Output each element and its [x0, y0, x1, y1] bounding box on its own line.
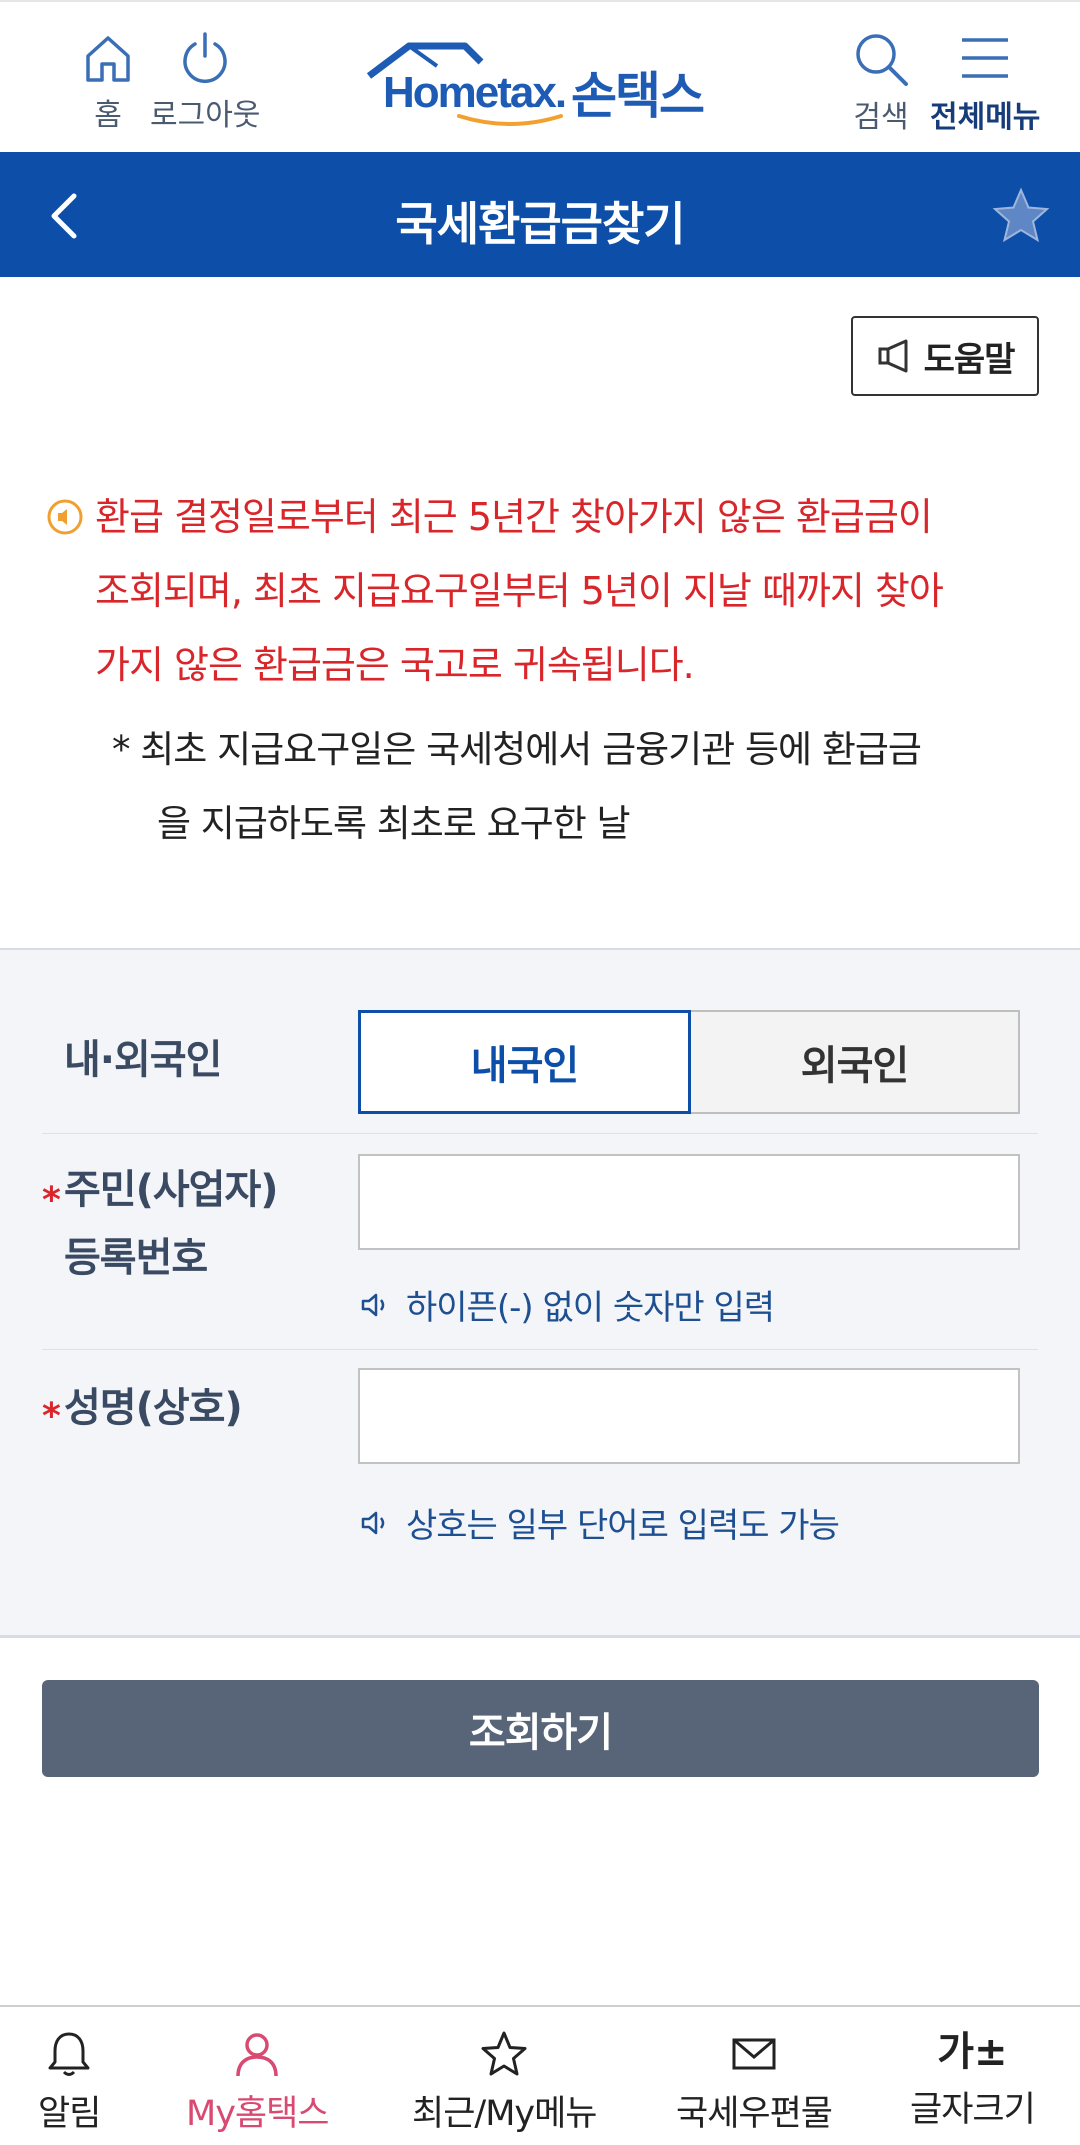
required-mark: * — [42, 1180, 61, 1221]
notice-footnote: * 최초 지급요구일은 국세청에서 금융기관 등에 환급금 을 지급하도록 최초… — [112, 713, 1042, 861]
nav-item-my-hometax[interactable]: My홈택스 — [186, 2029, 330, 2136]
home-label: 홈 — [94, 98, 122, 133]
reg-number-hint-text: 하이픈(-) 없이 숫자만 입력 — [406, 1288, 775, 1328]
option-foreigner[interactable]: 외국인 — [691, 1010, 1020, 1114]
notice-line: 가지 않은 환급금은 국고로 귀속됩니다. — [95, 643, 695, 687]
help-button[interactable]: 도움말 — [851, 316, 1039, 396]
required-mark: * — [42, 1396, 61, 1437]
reg-number-row: * 주민(사업자) 등록번호 하이픈(-) 없이 숫자만 입력 — [42, 1134, 1038, 1350]
font-size-icon: 가± — [937, 2029, 1008, 2075]
star-outline-icon — [481, 2031, 527, 2076]
name-hint: 상호는 일부 단어로 입력도 가능 — [360, 1498, 840, 1547]
name-input[interactable] — [358, 1368, 1020, 1464]
speaker-icon — [47, 499, 83, 535]
megaphone-icon — [878, 339, 908, 373]
nav-label: 최근/My메뉴 — [412, 2094, 598, 2134]
search-submit-button[interactable]: 조회하기 — [42, 1680, 1039, 1777]
notice-line: 조회되며, 최초 지급요구일부터 5년이 지날 때까지 찾아 — [95, 569, 944, 613]
home-icon — [86, 36, 130, 82]
nationality-toggle: 내국인 외국인 — [358, 1010, 1020, 1114]
logout-button[interactable]: 로그아웃 — [150, 30, 260, 134]
name-row: * 성명(상호) 상호는 일부 단어로 입력도 가능 — [42, 1350, 1038, 1590]
bell-icon — [48, 2032, 90, 2076]
mail-icon — [732, 2038, 776, 2070]
logout-label: 로그아웃 — [150, 98, 261, 133]
nav-label: 글자크기 — [910, 2090, 1036, 2130]
star-icon — [992, 187, 1050, 243]
nav-item-tax-mail[interactable]: 국세우편물 — [676, 2029, 833, 2136]
all-menu-button[interactable]: 전체메뉴 — [930, 30, 1040, 136]
reg-number-label-line1: 주민(사업자) — [64, 1167, 279, 1213]
hamburger-menu-icon — [962, 38, 1009, 78]
speaker-small-icon — [361, 1293, 385, 1316]
nav-label: 알림 — [38, 2094, 101, 2134]
search-icon — [856, 34, 908, 86]
person-icon — [236, 2033, 278, 2077]
name-label: 성명(상호) — [64, 1385, 243, 1431]
logo-text-latin: Hometax. — [383, 68, 567, 117]
power-icon — [183, 32, 227, 83]
nav-label: My홈택스 — [186, 2094, 330, 2134]
hometax-logo[interactable]: Hometax. 손택스 — [365, 40, 725, 130]
footnote-line: 을 지급하도록 최초로 요구한 날 — [157, 802, 631, 845]
nav-item-alerts[interactable]: 알림 — [38, 2029, 101, 2136]
favorite-button[interactable] — [990, 186, 1052, 250]
top-header: 홈 로그아웃 Hometax. 손택스 검색 전체메뉴 — [0, 0, 1080, 152]
name-hint-text: 상호는 일부 단어로 입력도 가능 — [406, 1506, 840, 1546]
footnote-line: * 최초 지급요구일은 국세청에서 금융기관 등에 환급금 — [112, 728, 922, 771]
nav-item-font-size[interactable]: 가± 글자크기 — [910, 2029, 1036, 2132]
notice-line: 환급 결정일로부터 최근 5년간 찾아가지 않은 환급금이 — [95, 495, 933, 539]
search-label: 검색 — [853, 100, 909, 135]
nationality-label: 내·외국인 — [64, 1037, 222, 1083]
reg-number-hint: 하이픈(-) 없이 숫자만 입력 — [360, 1280, 775, 1329]
all-menu-label: 전체메뉴 — [930, 100, 1041, 135]
bottom-nav: 알림 My홈택스 최근/My메뉴 국세우편물 가± 글자크기 — [0, 2005, 1080, 2145]
logo-text-korean: 손택스 — [571, 67, 705, 125]
help-label: 도움말 — [923, 339, 1016, 380]
logo-smile-icon — [457, 114, 563, 126]
page-title: 국세환급금찾기 — [395, 197, 685, 251]
title-bar: 국세환급금찾기 — [0, 152, 1080, 277]
option-domestic[interactable]: 내국인 — [358, 1010, 691, 1114]
nationality-row: 내·외국인 내국인 외국인 — [42, 950, 1038, 1134]
nav-label: 국세우편물 — [676, 2094, 833, 2134]
speaker-small-icon — [361, 1511, 385, 1534]
reg-number-input[interactable] — [358, 1154, 1020, 1250]
nav-item-recent-menu[interactable]: 최근/My메뉴 — [412, 2029, 598, 2136]
refund-notice: 환급 결정일로부터 최근 5년간 찾아가지 않은 환급금이 조회되며, 최초 지… — [95, 480, 1045, 702]
search-button[interactable]: 검색 — [852, 30, 910, 136]
home-button[interactable]: 홈 — [80, 30, 136, 134]
search-form: 내·외국인 내국인 외국인 * 주민(사업자) 등록번호 하이픈(-) 없이 숫… — [0, 948, 1080, 1638]
reg-number-label-line2: 등록번호 — [64, 1235, 208, 1281]
